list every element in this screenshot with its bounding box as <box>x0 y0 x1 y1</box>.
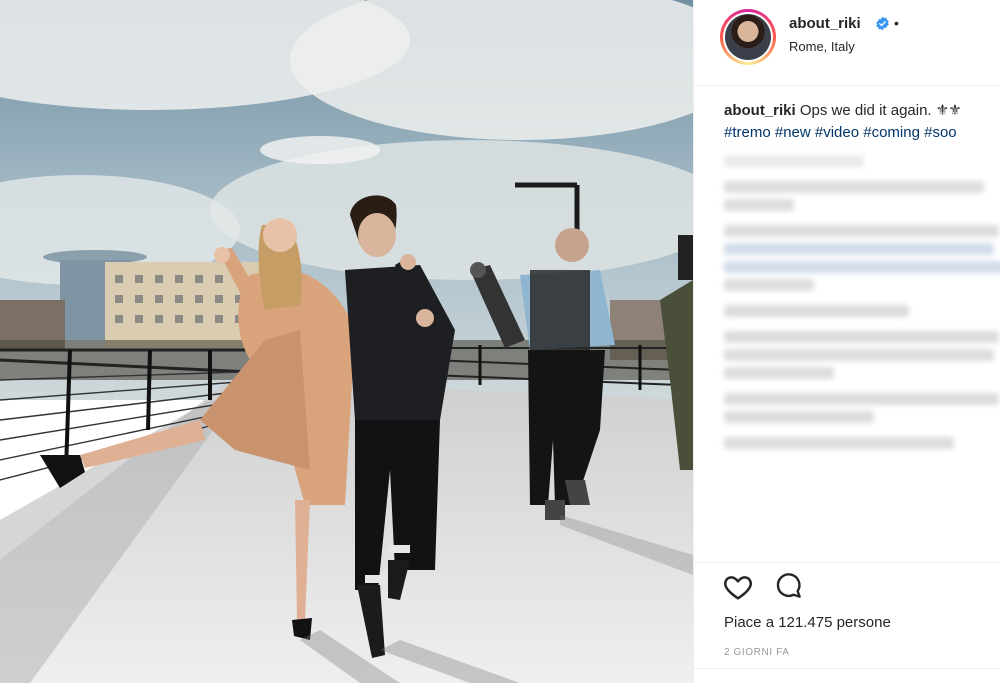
heart-icon[interactable] <box>722 571 754 603</box>
comment-item <box>724 411 874 423</box>
comment-item <box>724 199 794 211</box>
comment-item <box>724 279 814 291</box>
separator-dot: • <box>894 15 899 31</box>
divider <box>694 668 1000 669</box>
avatar-image <box>725 14 771 60</box>
post-image <box>0 0 693 683</box>
comment-item <box>724 181 984 193</box>
comment-item <box>724 305 909 317</box>
post-actions: Piace a 121.475 persone 2 GIORNI FA <box>694 562 1000 683</box>
caption-hashtags[interactable]: #tremo #new #video #coming #soo <box>724 124 957 141</box>
likes-count[interactable]: Piace a 121.475 persone <box>724 614 891 631</box>
avatar[interactable] <box>720 9 776 65</box>
comment-item <box>724 393 999 405</box>
comment-item <box>724 225 999 237</box>
load-more-comments[interactable] <box>724 155 864 167</box>
comment-item <box>724 437 954 449</box>
comment-item <box>724 349 994 361</box>
caption-username[interactable]: about_riki <box>724 102 796 119</box>
location-link[interactable]: Rome, Italy <box>789 39 855 54</box>
post-caption: about_riki Ops we did it again. ⚜⚜ #trem… <box>724 100 1000 144</box>
comment-item <box>724 331 999 343</box>
caption-emoji: ⚜⚜ <box>935 102 962 119</box>
verified-badge-icon <box>876 16 889 31</box>
caption-text: Ops we did it again. <box>799 102 932 119</box>
post-header: about_riki • Rome, Italy <box>694 0 1000 86</box>
comment-icon[interactable] <box>774 571 804 601</box>
comments-list <box>724 155 1000 463</box>
comment-item <box>724 261 1000 273</box>
post-timestamp[interactable]: 2 GIORNI FA <box>724 647 790 658</box>
post-photo[interactable] <box>0 0 693 683</box>
username-link[interactable]: about_riki <box>789 15 861 32</box>
comment-item <box>724 367 834 379</box>
post-sidebar: about_riki • Rome, Italy about_riki Ops … <box>693 0 1000 683</box>
comment-item <box>724 243 994 255</box>
